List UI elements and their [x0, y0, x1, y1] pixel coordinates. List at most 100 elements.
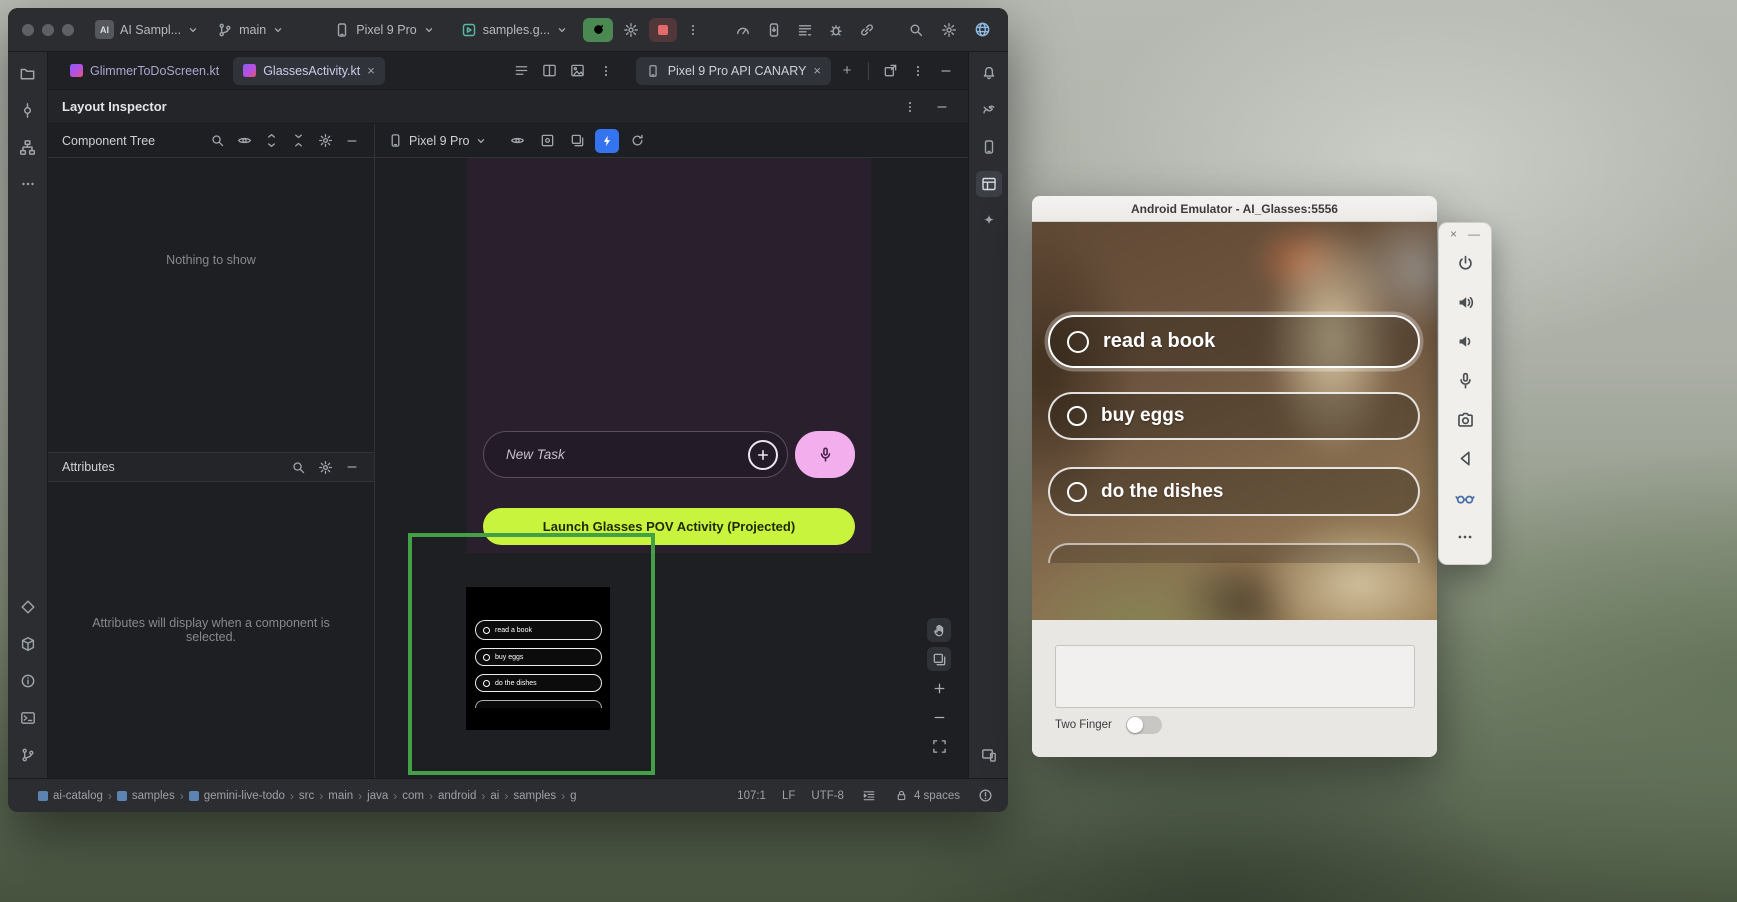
- build-icon[interactable]: [15, 631, 41, 657]
- checkbox-circle-icon[interactable]: [1067, 331, 1089, 353]
- device-manager-icon[interactable]: [976, 134, 1002, 160]
- gradle-icon[interactable]: [976, 97, 1002, 123]
- layers-icon[interactable]: [927, 647, 951, 671]
- camera-icon[interactable]: [1446, 400, 1484, 439]
- zoom-to-fit-icon[interactable]: [927, 734, 951, 758]
- commit-icon[interactable]: [15, 97, 41, 123]
- device-explorer-icon[interactable]: [762, 18, 786, 42]
- apply-changes-icon[interactable]: [619, 18, 643, 42]
- terminal-icon[interactable]: [15, 705, 41, 731]
- indent-guide-icon[interactable]: [860, 787, 878, 805]
- version-control-icon[interactable]: [15, 742, 41, 768]
- search-icon[interactable]: [286, 455, 310, 479]
- hide-devices-icon[interactable]: [934, 59, 958, 83]
- notifications-bell-icon[interactable]: [976, 60, 1002, 86]
- add-device-tab-icon[interactable]: +: [835, 59, 859, 83]
- view-options-eye-icon[interactable]: [505, 129, 529, 153]
- todo-item-focused[interactable]: read a book: [1048, 315, 1420, 368]
- todo-item[interactable]: do the dishes: [1048, 467, 1420, 516]
- expand-all-icon[interactable]: [259, 129, 283, 153]
- run-options-kebab-icon[interactable]: [681, 18, 705, 42]
- editor-list-icon[interactable]: [510, 59, 534, 83]
- component-tree-panel[interactable]: Nothing to show: [48, 158, 374, 452]
- breadcrumb-item[interactable]: ai-catalog: [36, 790, 105, 802]
- close-device-tab-icon[interactable]: ×: [813, 64, 821, 77]
- zoom-in-icon[interactable]: [927, 676, 951, 700]
- breadcrumb-item[interactable]: samples: [115, 790, 177, 802]
- running-device-tab[interactable]: Pixel 9 Pro API CANARY ×: [636, 57, 831, 85]
- layout-inspector-icon[interactable]: [976, 171, 1002, 197]
- power-button-icon[interactable]: [1446, 244, 1484, 283]
- new-task-input[interactable]: New Task: [483, 431, 788, 478]
- minimize-icon[interactable]: —: [1468, 227, 1480, 241]
- split-editor-icon[interactable]: [538, 59, 562, 83]
- hide-tree-icon[interactable]: [340, 129, 364, 153]
- breadcrumb-item[interactable]: samples: [511, 790, 558, 802]
- back-button-icon[interactable]: [1446, 439, 1484, 478]
- volume-down-icon[interactable]: [1446, 322, 1484, 361]
- vcs-branch-widget[interactable]: main: [212, 15, 289, 45]
- close-tab-icon[interactable]: ×: [367, 64, 375, 77]
- problems-icon[interactable]: [15, 668, 41, 694]
- encoding-widget[interactable]: UTF-8: [811, 790, 844, 802]
- gemini-assistant-icon[interactable]: [976, 208, 1002, 234]
- minimize-window-button[interactable]: [42, 24, 54, 36]
- checkbox-circle-icon[interactable]: [1067, 406, 1087, 426]
- device-mirror-area[interactable]: New Task Launch Glasses POV Activity (Pr…: [375, 158, 968, 778]
- phone-main-display[interactable]: New Task Launch Glasses POV Activity (Pr…: [467, 158, 871, 553]
- logcat-icon[interactable]: [793, 18, 817, 42]
- breadcrumb-item[interactable]: g: [568, 790, 578, 802]
- zoom-window-button[interactable]: [62, 24, 74, 36]
- structure-icon[interactable]: [15, 134, 41, 160]
- more-tool-windows-icon[interactable]: [15, 171, 41, 197]
- breadcrumb-item[interactable]: com: [400, 790, 426, 802]
- breadcrumb-item[interactable]: android: [436, 790, 478, 802]
- rerun-button[interactable]: [583, 18, 613, 42]
- two-finger-toggle[interactable]: [1126, 716, 1162, 734]
- caret-position-widget[interactable]: 107:1: [737, 790, 766, 802]
- smart-glasses-icon[interactable]: [1446, 478, 1484, 517]
- touchpad-area[interactable]: [1055, 645, 1415, 708]
- stop-button[interactable]: [649, 18, 677, 42]
- preview-image-icon[interactable]: [566, 59, 590, 83]
- app-inspection-icon[interactable]: [824, 18, 848, 42]
- globe-icon[interactable]: [970, 18, 994, 42]
- filter-eye-icon[interactable]: [232, 129, 256, 153]
- glasses-pov-view[interactable]: read a book buy eggs do the dishes: [1032, 222, 1437, 620]
- attributes-gear-icon[interactable]: [313, 455, 337, 479]
- breadcrumb-item[interactable]: ai: [488, 790, 501, 802]
- breadcrumb-item[interactable]: src: [297, 790, 316, 802]
- voice-input-button[interactable]: [795, 431, 855, 478]
- editor-kebab-icon[interactable]: [594, 59, 618, 83]
- pan-hand-icon[interactable]: [927, 618, 951, 642]
- breadcrumb-item[interactable]: gemini-live-todo: [187, 790, 287, 802]
- target-device-widget[interactable]: Pixel 9 Pro: [329, 15, 439, 45]
- tree-settings-gear-icon[interactable]: [313, 129, 337, 153]
- emulator-titlebar[interactable]: Android Emulator - AI_Glasses:5556: [1032, 196, 1437, 222]
- search-icon[interactable]: [904, 18, 928, 42]
- profiler-icon[interactable]: [731, 18, 755, 42]
- breadcrumb-item[interactable]: main: [326, 790, 355, 802]
- live-updates-toggle[interactable]: [595, 129, 619, 153]
- panel-kebab-icon[interactable]: [898, 95, 922, 119]
- breadcrumb-item[interactable]: java: [365, 790, 390, 802]
- hide-panel-icon[interactable]: [930, 95, 954, 119]
- process-selector[interactable]: Pixel 9 Pro: [387, 129, 487, 153]
- microphone-icon[interactable]: [1446, 361, 1484, 400]
- search-icon[interactable]: [205, 129, 229, 153]
- run-configuration-widget[interactable]: samples.g...: [456, 15, 573, 45]
- running-devices-icon[interactable]: [976, 742, 1002, 768]
- project-widget[interactable]: AI AI Sampl...: [90, 15, 204, 45]
- error-indicator-icon[interactable]: [976, 787, 994, 805]
- services-icon[interactable]: [15, 594, 41, 620]
- device-mirroring-icon[interactable]: [855, 18, 879, 42]
- todo-item[interactable]: buy eggs: [1048, 392, 1420, 440]
- refresh-icon[interactable]: [625, 129, 649, 153]
- open-in-window-icon[interactable]: [878, 59, 902, 83]
- line-ending-widget[interactable]: LF: [782, 790, 795, 802]
- volume-up-icon[interactable]: [1446, 283, 1484, 322]
- zoom-out-icon[interactable]: [927, 705, 951, 729]
- close-icon[interactable]: ×: [1450, 227, 1457, 241]
- layers-capture-icon[interactable]: [565, 129, 589, 153]
- devices-kebab-icon[interactable]: [906, 59, 930, 83]
